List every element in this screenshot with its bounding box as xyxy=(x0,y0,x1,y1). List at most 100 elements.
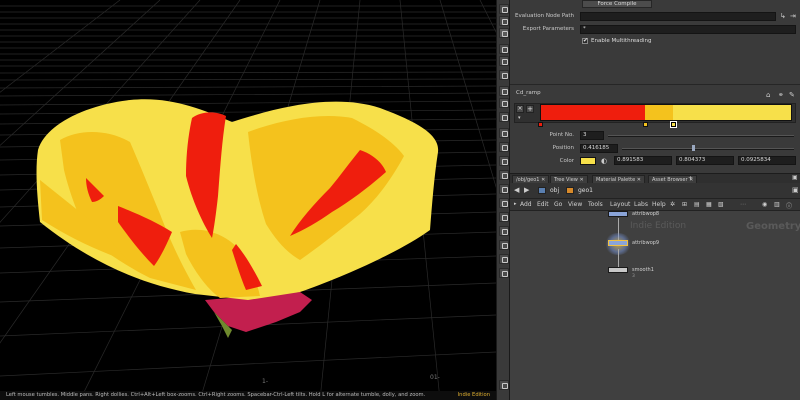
position-slider-handle[interactable] xyxy=(692,145,696,151)
visualizer-icon[interactable] xyxy=(499,170,509,180)
ramp-segment xyxy=(541,105,646,120)
node-attribwop8[interactable] xyxy=(608,211,628,217)
point-no-field[interactable]: 3 xyxy=(580,131,604,140)
viewport-hint-text: Left mouse tumbles. Middle pans. Right d… xyxy=(6,392,426,398)
path-geo-label[interactable]: geo1 xyxy=(578,187,593,194)
ramp-link-icon[interactable]: ⚭ xyxy=(778,91,784,99)
forward-arrow-icon[interactable]: ▶ xyxy=(524,186,529,194)
layout-icon[interactable]: ▤ xyxy=(694,201,700,208)
menu-help[interactable]: Help xyxy=(652,201,666,208)
menu-tools[interactable]: Tools xyxy=(588,201,603,208)
node-smooth1[interactable] xyxy=(608,267,628,273)
point-display-icon[interactable] xyxy=(499,70,509,80)
color-picker-icon[interactable]: ◐ xyxy=(601,157,607,165)
point-no-label: Point No. xyxy=(549,132,574,138)
wireframe-icon[interactable] xyxy=(499,44,509,54)
eval-node-path-label: Evaluation Node Path xyxy=(515,13,574,19)
node-smooth1-label: smooth1 xyxy=(632,267,654,273)
node-attribwop9-label: attribwop9 xyxy=(632,240,660,246)
menu-labs[interactable]: Labs xyxy=(634,201,648,208)
ramp-key-3-selected[interactable] xyxy=(670,121,677,128)
node-attribwop8-label: attribwop8 xyxy=(632,211,660,217)
export-params-label: Export Parameters xyxy=(522,26,574,32)
menu-layout[interactable]: Layout xyxy=(610,201,630,208)
position-label: Position xyxy=(552,145,574,151)
menu-add[interactable]: Add xyxy=(520,201,532,208)
notes-icon[interactable]: ▦ xyxy=(706,201,712,208)
uv-icon[interactable] xyxy=(499,198,509,208)
indie-watermark: Indie Edition xyxy=(630,221,687,231)
ghost-icon[interactable] xyxy=(499,56,509,66)
network-path-bar: ◀ ▶ obj geo1 ▣ xyxy=(510,183,800,199)
color-palette-icon[interactable]: ▧ xyxy=(718,201,724,208)
viewport-canvas xyxy=(0,0,496,400)
grid-icon[interactable] xyxy=(499,98,509,108)
geometry-spreadsheet-icon[interactable] xyxy=(499,184,509,194)
shading-mode-icon[interactable] xyxy=(499,28,509,38)
snap-grid-icon[interactable]: ⊞ xyxy=(682,201,687,208)
snap-icon[interactable] xyxy=(499,112,509,122)
node-wire xyxy=(618,249,619,267)
viewport-menu-icon[interactable] xyxy=(499,380,509,390)
lights-icon[interactable] xyxy=(499,128,509,138)
ramp-key-2[interactable] xyxy=(643,122,648,127)
ramp-edit-icon[interactable]: ✎ xyxy=(789,91,795,99)
menu-edit[interactable]: Edit xyxy=(537,201,549,208)
pin-icon[interactable]: ▣ xyxy=(792,186,799,194)
shape-palette-icon[interactable]: ◉ xyxy=(762,201,767,208)
viewport-status-bar: Left mouse tumbles. Middle pans. Right d… xyxy=(0,391,496,400)
eval-node-path-field[interactable] xyxy=(580,12,776,21)
lock-camera-icon[interactable] xyxy=(499,16,509,26)
path-obj-label[interactable]: obj xyxy=(550,187,559,194)
color-r-field[interactable]: 0.891583 xyxy=(614,156,672,165)
ramp-segment xyxy=(645,105,674,120)
node-attribwop9[interactable] xyxy=(608,240,628,246)
position-slider[interactable] xyxy=(622,148,794,150)
info-icon[interactable]: ⓘ xyxy=(786,201,792,210)
ramp-parameter: Cd_ramp ⌂ ⚭ ✎ × + ▾ Point No. 3 Position… xyxy=(510,84,800,168)
parameter-panel: Force Compile Evaluation Node Path ↳ ⇥ E… xyxy=(510,0,800,84)
multithread-checkbox[interactable] xyxy=(582,37,588,44)
network-tab-bar: /obj/geo1 ✕ Tree View ✕ Material Palette… xyxy=(510,173,800,184)
background-icon[interactable] xyxy=(499,142,509,152)
menu-expand-icon[interactable]: ▸ xyxy=(514,201,517,207)
geo-context-icon xyxy=(566,187,574,194)
color-label: Color xyxy=(559,158,574,164)
node-smooth1-sub: 3 xyxy=(632,274,635,279)
export-params-field[interactable]: * xyxy=(580,25,796,34)
jump-to-node-icon[interactable]: ⇥ xyxy=(790,12,796,20)
menu-go[interactable]: Go xyxy=(554,201,562,208)
wrench-icon[interactable]: ✲ xyxy=(670,201,675,208)
ramp-remove-point-button[interactable]: × xyxy=(516,105,524,113)
axis-label: 1- xyxy=(262,378,268,385)
frame-selection-icon[interactable] xyxy=(499,254,509,264)
split-pane-icon[interactable]: ▥ xyxy=(774,201,780,208)
camera-icon[interactable] xyxy=(499,156,509,166)
ramp-collapse-icon[interactable]: ▾ xyxy=(518,115,521,121)
ortho-icon[interactable] xyxy=(499,212,509,222)
ramp-add-point-button[interactable]: + xyxy=(526,105,534,113)
scene-viewport[interactable]: 1- 01- Left mouse tumbles. Middle pans. … xyxy=(0,0,496,400)
color-b-field[interactable]: 0.0925834 xyxy=(738,156,796,165)
ramp-key-1[interactable] xyxy=(538,122,543,127)
color-swatch[interactable] xyxy=(580,157,596,165)
network-editor[interactable]: Indie Edition Geometry attribwop8 attrib… xyxy=(510,211,800,400)
home-view-icon[interactable] xyxy=(499,240,509,250)
back-arrow-icon[interactable]: ◀ xyxy=(514,186,519,194)
position-field[interactable]: 0.416185 xyxy=(580,144,618,153)
display-options-icon[interactable] xyxy=(499,4,509,14)
render-region-icon[interactable] xyxy=(499,268,509,278)
split-view-icon[interactable] xyxy=(499,226,509,236)
ramp-name-label: Cd_ramp xyxy=(516,90,541,96)
color-g-field[interactable]: 0.804373 xyxy=(676,156,734,165)
ramp-presets-icon[interactable]: ⌂ xyxy=(766,91,770,99)
force-compile-button[interactable]: Force Compile xyxy=(582,0,652,8)
point-no-slider[interactable] xyxy=(608,135,794,137)
node-chooser-icon[interactable]: ↳ xyxy=(780,12,786,20)
add-tab-icon[interactable]: + xyxy=(688,175,693,182)
menu-view[interactable]: View xyxy=(568,201,582,208)
viewport-display-toolbar xyxy=(496,0,510,400)
ramp-gradient-bar[interactable] xyxy=(540,104,792,121)
pane-menu-icon[interactable]: ▣ xyxy=(792,174,798,181)
normals-icon[interactable] xyxy=(499,86,509,96)
